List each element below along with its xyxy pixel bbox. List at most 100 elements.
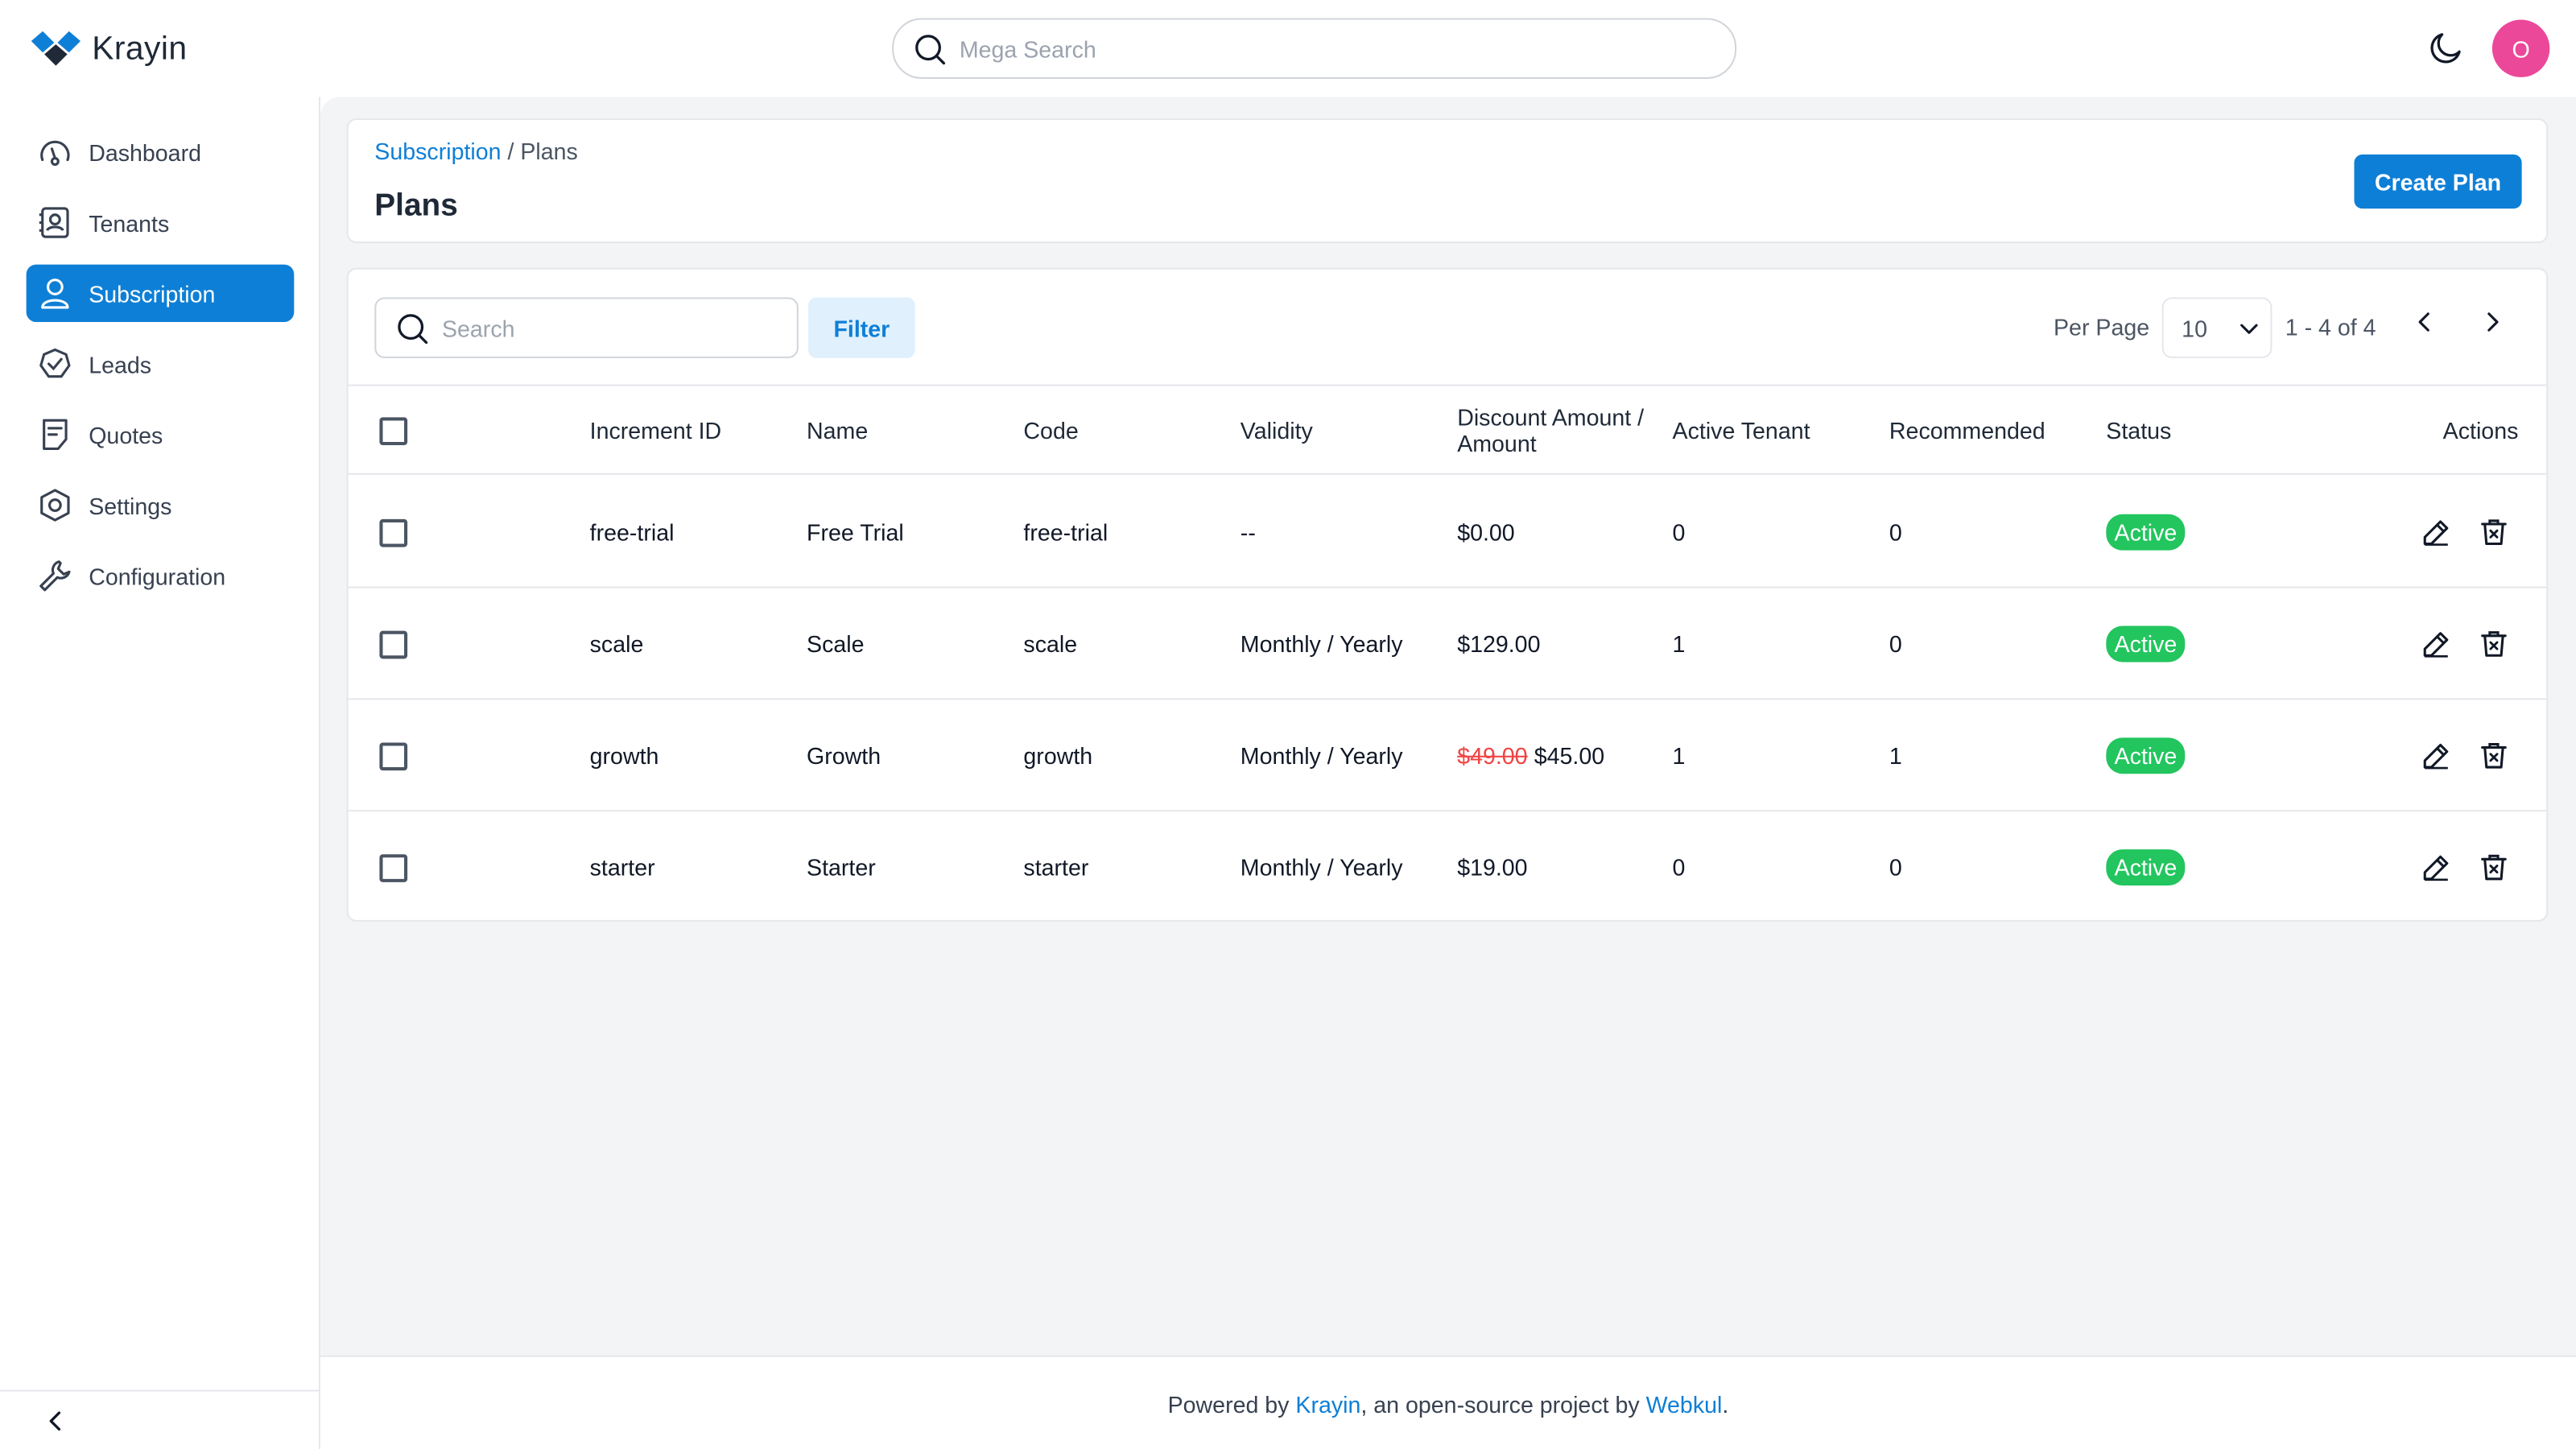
search-icon bbox=[915, 34, 946, 64]
row-checkbox[interactable] bbox=[379, 853, 408, 881]
pagination-info: 1 - 4 of 4 bbox=[2285, 313, 2376, 341]
filter-button[interactable]: Filter bbox=[808, 297, 915, 358]
sidebar-item-dashboard[interactable]: Dashboard bbox=[27, 123, 295, 180]
footer: Powered by Krayin, an open-source projec… bbox=[320, 1355, 2576, 1449]
plans-datagrid: Filter Per Page 10 1 - 4 of 4 bbox=[346, 267, 2549, 923]
table-header: Increment ID Name Code Validity Discount… bbox=[348, 386, 2547, 475]
sidebar-collapse[interactable] bbox=[0, 1389, 320, 1449]
avatar[interactable]: O bbox=[2491, 19, 2550, 77]
row-checkbox[interactable] bbox=[379, 741, 408, 770]
row-checkbox[interactable] bbox=[379, 518, 408, 547]
column-header-validity[interactable]: Validity bbox=[1241, 386, 1313, 475]
search-input[interactable] bbox=[441, 314, 771, 341]
column-header-amount[interactable]: Discount Amount / Amount bbox=[1457, 386, 1664, 475]
table-row: growth Growth growth Monthly / Yearly $49.00… bbox=[348, 700, 2547, 812]
column-header-active-tenant[interactable]: Active Tenant bbox=[1673, 386, 1810, 475]
discount-amount: $49.00 bbox=[1457, 742, 1528, 770]
delete-icon[interactable] bbox=[2478, 739, 2511, 772]
mega-search-input[interactable] bbox=[959, 35, 1682, 62]
datagrid-search[interactable] bbox=[374, 297, 799, 358]
breadcrumb-separator: / bbox=[501, 138, 521, 165]
sidebar: Dashboard Tenants Subscription Leads Quo… bbox=[0, 97, 320, 1449]
amount: $0.00 bbox=[1457, 518, 1515, 546]
app-name: Krayin bbox=[92, 30, 188, 67]
table-row: scale Scale scale Monthly / Yearly $129.00 1 0… bbox=[348, 588, 2547, 700]
mega-search[interactable] bbox=[892, 18, 1737, 79]
cell-recommended: 0 bbox=[1889, 630, 1902, 658]
delete-icon[interactable] bbox=[2478, 628, 2511, 661]
sidebar-item-label: Leads bbox=[89, 350, 152, 378]
delete-icon[interactable] bbox=[2478, 516, 2511, 549]
sidebar-item-configuration[interactable]: Configuration bbox=[27, 547, 295, 605]
create-plan-button[interactable]: Create Plan bbox=[2354, 154, 2522, 209]
column-header-code[interactable]: Code bbox=[1023, 386, 1078, 475]
column-header-name[interactable]: Name bbox=[807, 386, 868, 475]
breadcrumb: Subscription / Plans bbox=[374, 138, 578, 164]
chevron-right-icon[interactable] bbox=[2479, 309, 2506, 336]
chevron-left-icon[interactable] bbox=[43, 1408, 69, 1435]
footer-text: Powered by Krayin, an open-source projec… bbox=[320, 1392, 2576, 1418]
cell-active-tenant: 1 bbox=[1672, 742, 1686, 770]
dark-mode-icon[interactable] bbox=[2426, 28, 2466, 68]
cell-recommended: 1 bbox=[1889, 742, 1902, 770]
sidebar-item-label: Dashboard bbox=[89, 138, 201, 166]
quotes-icon bbox=[43, 419, 68, 450]
edit-icon[interactable] bbox=[2420, 516, 2453, 549]
datagrid-toolbar: Filter Per Page 10 1 - 4 of 4 bbox=[348, 270, 2547, 386]
settings-icon bbox=[40, 489, 70, 522]
user-icon bbox=[41, 279, 69, 309]
cell-recommended: 0 bbox=[1889, 518, 1902, 546]
app-logo[interactable]: Krayin bbox=[30, 30, 188, 69]
cell-amount: $49.00 $45.00 bbox=[1457, 700, 1604, 811]
cell-recommended: 0 bbox=[1889, 854, 1902, 881]
cell-code: growth bbox=[1023, 742, 1093, 770]
sidebar-item-quotes[interactable]: Quotes bbox=[27, 406, 295, 463]
sidebar-item-label: Quotes bbox=[89, 421, 163, 448]
column-header-recommended[interactable]: Recommended bbox=[1889, 386, 2046, 475]
per-page-select[interactable]: 10 bbox=[2161, 297, 2273, 358]
sidebar-item-label: Configuration bbox=[89, 562, 226, 589]
cell-code: free-trial bbox=[1023, 518, 1108, 546]
krayin-logo-icon bbox=[31, 31, 80, 66]
footer-prefix: Powered by bbox=[1167, 1391, 1296, 1418]
cell-validity: Monthly / Yearly bbox=[1240, 630, 1403, 658]
edit-icon[interactable] bbox=[2420, 739, 2453, 772]
table-row: free-trial Free Trial free-trial -- $0.00 0 0 A… bbox=[348, 477, 2547, 588]
cell-validity: Monthly / Yearly bbox=[1240, 854, 1403, 881]
footer-link-krayin[interactable]: Krayin bbox=[1295, 1392, 1360, 1418]
breadcrumb-current: Plans bbox=[520, 138, 578, 165]
cell-increment-id: growth bbox=[589, 742, 659, 770]
cell-increment-id: scale bbox=[589, 630, 644, 658]
sidebar-item-label: Subscription bbox=[89, 279, 216, 307]
cell-name: Starter bbox=[807, 854, 876, 881]
chevron-down-icon bbox=[2240, 323, 2257, 333]
row-checkbox[interactable] bbox=[379, 630, 408, 658]
chevron-left-icon[interactable] bbox=[2412, 309, 2438, 336]
sidebar-item-leads[interactable]: Leads bbox=[27, 335, 295, 392]
breadcrumb-link-subscription[interactable]: Subscription bbox=[374, 138, 501, 164]
cell-active-tenant: 0 bbox=[1672, 518, 1686, 546]
top-header: Krayin O bbox=[0, 0, 2576, 97]
cell-increment-id: free-trial bbox=[589, 518, 675, 546]
main-content: Subscription / Plans Plans Create Plan F… bbox=[320, 97, 2576, 1356]
cell-validity: Monthly / Yearly bbox=[1240, 742, 1403, 770]
cell-amount: $129.00 bbox=[1457, 588, 1540, 700]
tenants-icon bbox=[39, 207, 69, 238]
table-row: starter Starter starter Monthly / Yearly $19… bbox=[349, 811, 2547, 923]
sidebar-item-label: Tenants bbox=[89, 209, 170, 236]
delete-icon[interactable] bbox=[2478, 851, 2511, 884]
footer-link-webkul[interactable]: Webkul bbox=[1646, 1392, 1723, 1418]
amount: $129.00 bbox=[1457, 630, 1541, 658]
wrench-icon bbox=[39, 560, 71, 592]
avatar-initial: O bbox=[2512, 35, 2530, 62]
sidebar-item-tenants[interactable]: Tenants bbox=[27, 194, 295, 251]
edit-icon[interactable] bbox=[2420, 851, 2453, 884]
column-header-increment-id[interactable]: Increment ID bbox=[590, 386, 722, 475]
sidebar-item-settings[interactable]: Settings bbox=[27, 477, 295, 534]
edit-icon[interactable] bbox=[2420, 628, 2453, 661]
column-header-status[interactable]: Status bbox=[2106, 386, 2171, 475]
select-all-checkbox[interactable] bbox=[379, 416, 408, 445]
cell-code: scale bbox=[1023, 630, 1078, 658]
sidebar-item-subscription[interactable]: Subscription bbox=[26, 264, 295, 322]
footer-suffix: . bbox=[1722, 1391, 1729, 1418]
